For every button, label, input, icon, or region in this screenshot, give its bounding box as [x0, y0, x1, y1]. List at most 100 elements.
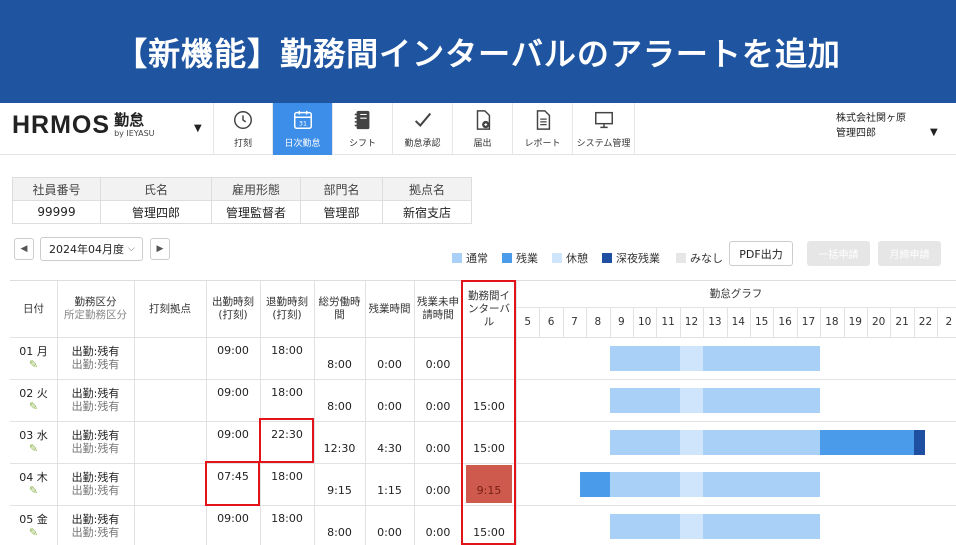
account-menu[interactable]: 株式会社関ヶ原 管理四郎	[836, 111, 906, 141]
overtime-cell: 1:15	[377, 483, 402, 497]
scheduled-work-type: 出勤:残有	[71, 400, 120, 413]
document-icon	[476, 110, 490, 130]
clock-in-cell[interactable]: 09:00	[206, 507, 260, 529]
clock-out-cell[interactable]: 18:00	[260, 507, 314, 529]
nav-label: システム管理	[576, 139, 631, 149]
graph-bar-normal	[609, 514, 680, 539]
nav-label: レポート	[524, 139, 561, 149]
nav-item-shift[interactable]: シフト	[333, 103, 393, 155]
clock-out-cell[interactable]: 22:30	[260, 423, 314, 445]
clock-out-cell[interactable]: 18:00	[260, 381, 314, 403]
prev-month-button[interactable]: ◀	[14, 238, 34, 260]
total-hours-cell: 8:00	[327, 525, 352, 539]
app-switcher-chevron-icon[interactable]: ▼	[194, 123, 202, 134]
nav-item-daily-attendance[interactable]: 31 日次勤怠	[273, 103, 333, 155]
graph-bar-break	[679, 514, 704, 539]
graph-hour-label: 21	[895, 315, 909, 328]
clock-out-header: 退勤時刻 (打刻)	[260, 281, 314, 337]
nav-label: 日次勤怠	[284, 139, 321, 149]
clock-in-cell[interactable]: 07:45	[206, 465, 260, 487]
scheduled-work-type: 出勤:残有	[71, 526, 120, 539]
total-hours-cell: 9:15	[327, 483, 352, 497]
feature-banner: 【新機能】勤務間インターバルのアラートを追加	[0, 0, 956, 103]
graph-hour-label: 5	[524, 315, 532, 328]
legend-break: 休憩	[552, 250, 588, 266]
work-type: 出勤:残有	[71, 387, 120, 400]
graph-bar-normal	[703, 430, 821, 455]
month-value: 2024年04月度	[49, 243, 124, 256]
row-divider	[10, 337, 956, 338]
employee-name: 管理四郎	[100, 200, 212, 224]
department-header: 部門名	[300, 177, 383, 201]
graph-hour-label: 14	[731, 315, 745, 328]
clock-in-cell[interactable]: 09:00	[206, 423, 260, 445]
next-month-button[interactable]: ▶	[150, 238, 170, 260]
interval-cell: 15:00	[473, 399, 505, 413]
caret-left-icon: ◀	[20, 244, 28, 254]
total-hours-cell: 8:00	[327, 399, 352, 413]
notebook-icon	[354, 110, 369, 130]
pencil-icon[interactable]: ✎	[29, 442, 38, 455]
monitor-icon	[594, 111, 613, 129]
nav-label: シフト	[348, 139, 376, 149]
graph-hour-label: 20	[872, 315, 886, 328]
pdf-export-button[interactable]: PDF出力	[729, 241, 793, 266]
work-type: 出勤:残有	[71, 471, 120, 484]
location-header: 拠点名	[382, 177, 472, 201]
work-type-header: 勤務区分 所定勤務区分	[57, 281, 134, 337]
location: 新宿支店	[382, 200, 472, 224]
work-type: 出勤:残有	[71, 345, 120, 358]
nav-item-system-admin[interactable]: システム管理	[573, 103, 635, 155]
interval-cell: 15:00	[473, 441, 505, 455]
bulk-apply-button[interactable]: 一括申請	[807, 241, 870, 266]
clock-out-cell[interactable]: 18:00	[260, 339, 314, 361]
interval-header-line: ル	[483, 315, 495, 328]
clock-in-cell[interactable]: 09:00	[206, 381, 260, 403]
date-cell: 03 水 ✎	[10, 421, 57, 463]
pencil-icon[interactable]: ✎	[29, 358, 38, 371]
nav-item-stamp[interactable]: 打刻	[213, 103, 273, 155]
nav-label: 打刻	[233, 139, 252, 149]
graph-hour-label: 11	[661, 315, 675, 328]
employee-id-header: 社員番号	[12, 177, 101, 201]
clock-in-cell[interactable]: 09:00	[206, 339, 260, 361]
graph-hour-label: 16	[778, 315, 792, 328]
graph-hour-label: 9	[617, 315, 625, 328]
nav-item-notification[interactable]: 届出	[453, 103, 513, 155]
date-header: 日付	[23, 302, 44, 315]
graph-bar-normal	[703, 346, 821, 371]
pencil-icon[interactable]: ✎	[29, 484, 38, 497]
graph-hour-label: 12	[684, 315, 699, 328]
month-select[interactable]: 2024年04月度 ⌵	[40, 237, 143, 261]
monthly-close-button[interactable]: 月締申請	[878, 241, 941, 266]
logo-app-name: 勤怠	[114, 111, 145, 129]
pencil-icon[interactable]: ✎	[29, 400, 38, 413]
interval-header: 勤務間イ ンターバル	[462, 281, 516, 337]
graph-bar-normal	[703, 514, 821, 539]
total-hours-cell: 12:30	[323, 441, 356, 455]
report-icon	[536, 110, 550, 130]
date-cell: 02 火 ✎	[10, 379, 57, 421]
scheduled-work-type: 出勤:残有	[71, 484, 120, 497]
pencil-icon[interactable]: ✎	[29, 526, 38, 539]
nav-item-report[interactable]: レポート	[513, 103, 573, 155]
work-type-cell: 出勤:残有 出勤:残有	[57, 379, 134, 421]
unapplied-overtime-cell: 0:00	[425, 525, 451, 539]
clock-in-header: 出勤時刻 (打刻)	[206, 281, 260, 337]
nav-item-approval[interactable]: 勤怠承認	[393, 103, 453, 155]
clock-out-cell[interactable]: 18:00	[260, 465, 314, 487]
total-hours-header-line: 間	[334, 309, 345, 321]
interval-header-line: ンターバ	[468, 302, 510, 315]
interval-cell	[462, 345, 516, 383]
account-chevron-icon[interactable]: ▼	[930, 127, 938, 138]
graph-hour-label: 18	[825, 315, 839, 328]
graph-bar-normal	[703, 472, 821, 497]
date-label: 01 月	[19, 345, 48, 358]
company-name: 株式会社関ヶ原	[836, 113, 906, 124]
app-logo[interactable]: HRMOS 勤怠 by IEYASU	[12, 111, 155, 140]
work-type-header-line: 所定勤務区分	[64, 309, 127, 321]
total-hours-cell: 8:00	[327, 357, 352, 371]
work-type-cell: 出勤:残有 出勤:残有	[57, 421, 134, 463]
interval-cell: 9:15	[476, 483, 502, 497]
legend-night-overtime: 深夜残業	[602, 250, 660, 266]
